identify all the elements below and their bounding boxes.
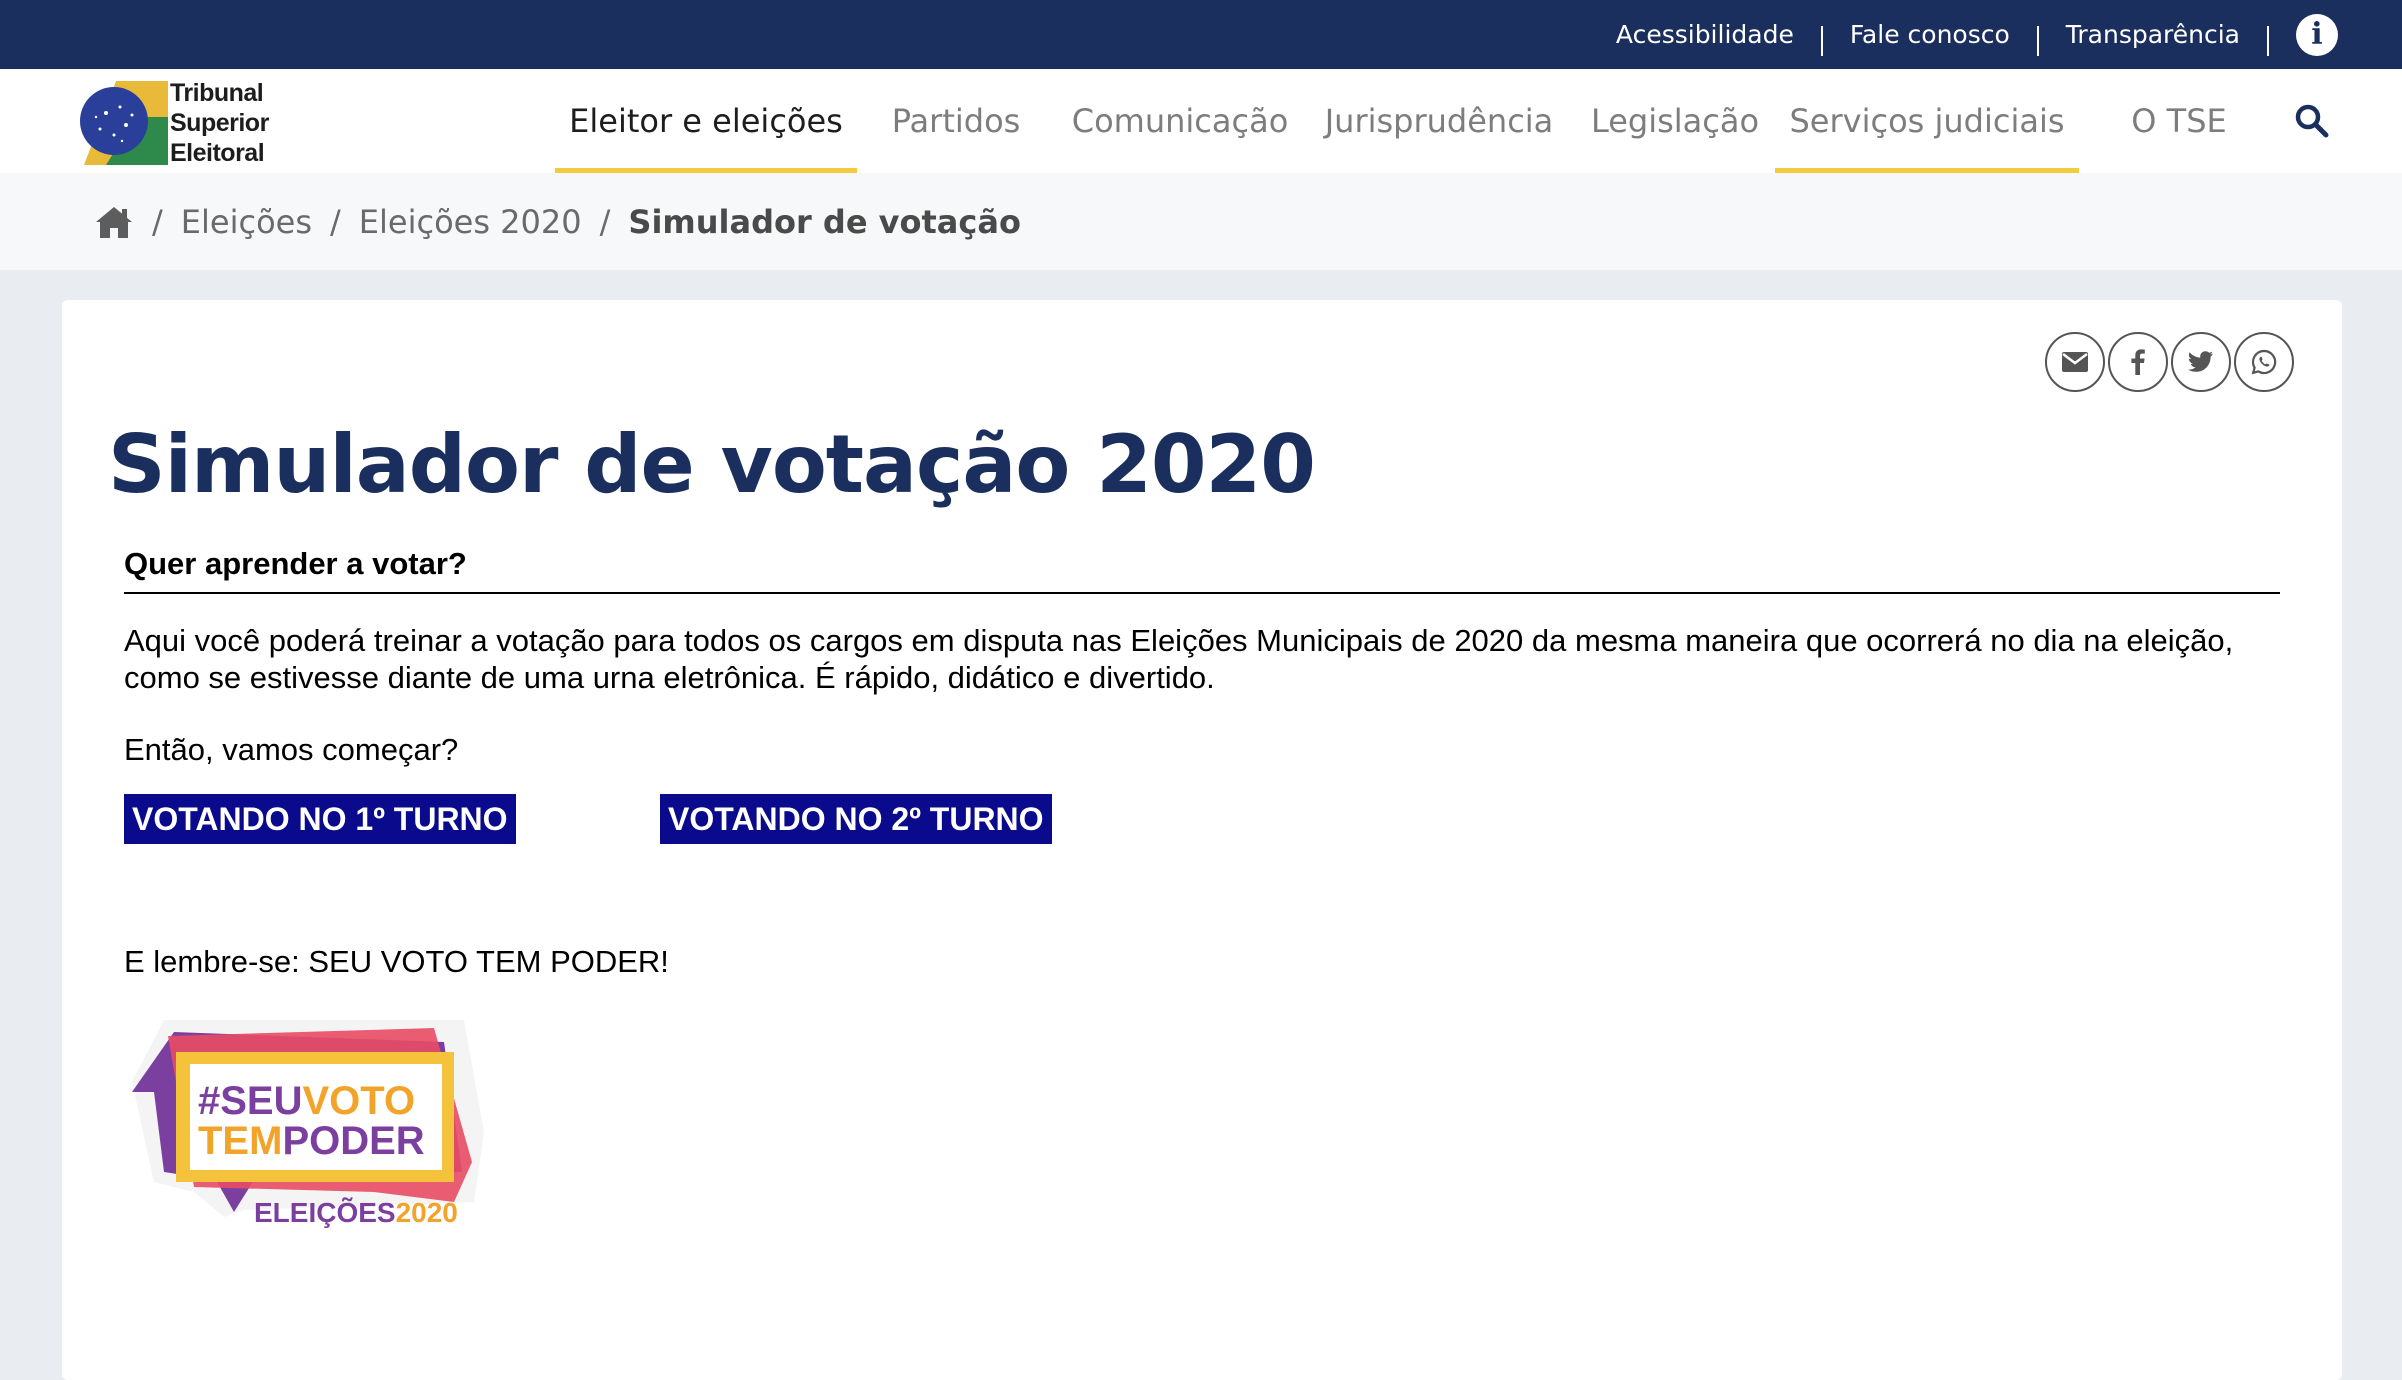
email-share-button[interactable] — [2045, 332, 2105, 392]
tse-logo[interactable]: Tribunal Superior Eleitoral — [76, 77, 269, 169]
info-icon[interactable]: i — [2296, 13, 2338, 56]
separator — [1820, 25, 1823, 56]
nav-item-servicos-judiciais[interactable]: Serviços judiciais — [1775, 69, 2079, 173]
vote-second-round-button[interactable]: VOTANDO NO 2º TURNO — [660, 794, 1052, 844]
breadcrumb-current: Simulador de votação — [628, 202, 1021, 241]
breadcrumb-separator: / — [152, 202, 163, 241]
separator — [2267, 25, 2269, 56]
svg-text:ELEIÇÕES2020: ELEIÇÕES2020 — [254, 1197, 458, 1228]
logo-text: Tribunal Superior Eleitoral — [170, 78, 269, 168]
whatsapp-icon — [2251, 349, 2277, 375]
whatsapp-share-button[interactable] — [2234, 332, 2294, 392]
breadcrumb-eleicoes[interactable]: Eleições — [181, 203, 312, 241]
logo-line: Eleitoral — [170, 139, 265, 167]
breadcrumb-eleicoes-2020[interactable]: Eleições 2020 — [359, 203, 582, 241]
utility-bar: Acessibilidade Fale conosco Transparênci… — [0, 0, 2402, 69]
utility-links: Acessibilidade Fale conosco Transparênci… — [1616, 0, 2338, 69]
call-to-action-text: Então, vamos começar? — [124, 732, 459, 767]
share-buttons — [2045, 332, 2294, 392]
separator — [2036, 25, 2039, 56]
email-icon — [2062, 352, 2088, 372]
facebook-share-button[interactable] — [2108, 332, 2168, 392]
seu-voto-tem-poder-logo: #SEUVOTO TEMPODER ELEIÇÕES2020 — [132, 1020, 484, 1228]
nav-item-eleitor[interactable]: Eleitor e eleições — [555, 69, 857, 173]
logo-line: Superior — [170, 109, 269, 137]
content-card: Simulador de votação 2020 Quer aprender … — [62, 300, 2342, 1380]
nav-item-comunicacao[interactable]: Comunicação — [1072, 69, 1289, 173]
breadcrumb-separator: / — [599, 202, 611, 241]
nav-item-partidos[interactable]: Partidos — [880, 69, 1032, 173]
svg-text:#SEUVOTO: #SEUVOTO — [198, 1079, 415, 1123]
tse-emblem-icon — [80, 81, 168, 165]
svg-text:TEMPODER: TEMPODER — [198, 1119, 425, 1163]
facebook-icon — [2131, 349, 2145, 375]
transparency-link[interactable]: Transparência — [2066, 20, 2240, 49]
intro-text: Aqui você poderá treinar a votação para … — [124, 623, 2234, 695]
page-title: Simulador de votação 2020 — [108, 418, 1316, 511]
contact-link[interactable]: Fale conosco — [1850, 20, 2010, 49]
breadcrumb: / Eleições / Eleições 2020 / Simulador d… — [0, 173, 2402, 270]
home-icon[interactable] — [94, 204, 134, 240]
twitter-share-button[interactable] — [2171, 332, 2231, 392]
nav-item-jurisprudencia[interactable]: Jurisprudência — [1325, 69, 1554, 173]
nav-item-o-tse[interactable]: O TSE — [2120, 69, 2238, 173]
search-icon[interactable] — [2294, 103, 2330, 139]
accessibility-link[interactable]: Acessibilidade — [1616, 20, 1794, 49]
vote-first-round-button[interactable]: VOTANDO NO 1º TURNO — [124, 794, 516, 844]
main-nav: Tribunal Superior Eleitoral Eleitor e el… — [0, 69, 2402, 174]
breadcrumb-separator: / — [330, 202, 341, 241]
section-subhead: Quer aprender a votar? — [124, 546, 2280, 594]
nav-item-legislacao[interactable]: Legislação — [1591, 69, 1759, 173]
reminder-text: E lembre-se: SEU VOTO TEM PODER! — [124, 944, 669, 979]
logo-line: Tribunal — [170, 79, 264, 107]
twitter-icon — [2188, 351, 2213, 372]
